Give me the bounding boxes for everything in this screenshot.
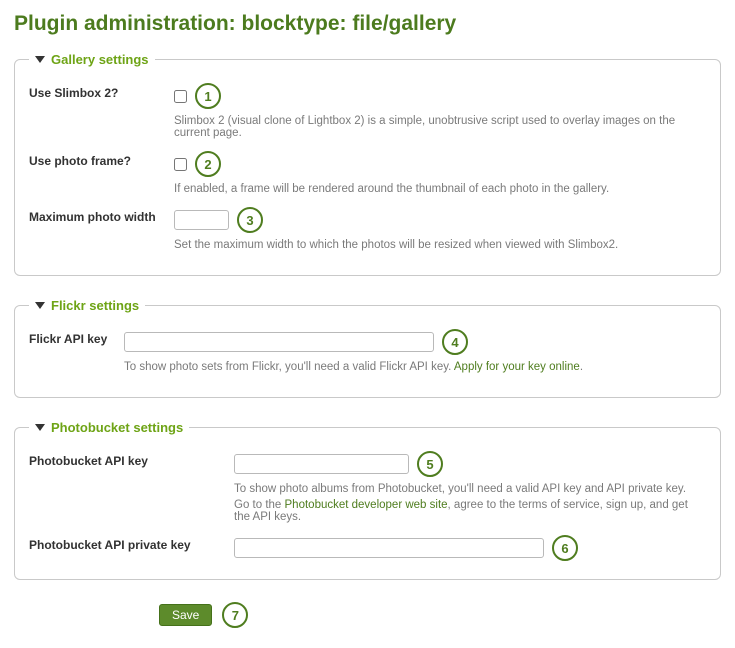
photobucket-legend[interactable]: Photobucket settings	[29, 420, 189, 435]
maxwidth-input[interactable]	[174, 210, 229, 230]
flickr-api-help: To show photo sets from Flickr, you'll n…	[124, 361, 706, 373]
gallery-legend-text: Gallery settings	[51, 52, 149, 67]
photoframe-help: If enabled, a frame will be rendered aro…	[174, 183, 706, 195]
photoframe-label: Use photo frame?	[29, 151, 174, 168]
maxwidth-label: Maximum photo width	[29, 207, 174, 224]
slimbox-checkbox[interactable]	[174, 90, 187, 103]
pb-priv-input[interactable]	[234, 538, 544, 558]
marker-1: 1	[195, 83, 221, 109]
marker-4: 4	[442, 329, 468, 355]
pb-dev-link[interactable]: Photobucket developer web site	[285, 499, 448, 511]
photobucket-settings-fieldset: Photobucket settings Photobucket API key…	[14, 420, 721, 580]
caret-down-icon	[35, 56, 45, 63]
caret-down-icon	[35, 424, 45, 431]
flickr-api-input[interactable]	[124, 332, 434, 352]
maxwidth-help: Set the maximum width to which the photo…	[174, 239, 706, 251]
photoframe-checkbox[interactable]	[174, 158, 187, 171]
flickr-api-label: Flickr API key	[29, 329, 124, 346]
marker-3: 3	[237, 207, 263, 233]
pb-api-help2: Go to the Photobucket developer web site…	[234, 499, 706, 523]
pb-api-label: Photobucket API key	[29, 451, 234, 468]
marker-5: 5	[417, 451, 443, 477]
save-button[interactable]: Save	[159, 604, 212, 626]
flickr-help-pre: To show photo sets from Flickr, you'll n…	[124, 361, 454, 373]
flickr-help-post: .	[580, 361, 583, 373]
slimbox-label: Use Slimbox 2?	[29, 83, 174, 100]
caret-down-icon	[35, 302, 45, 309]
marker-2: 2	[195, 151, 221, 177]
pb-api-help1: To show photo albums from Photobucket, y…	[234, 483, 706, 495]
marker-7: 7	[222, 602, 248, 628]
flickr-apply-link[interactable]: Apply for your key online	[454, 361, 580, 373]
gallery-legend[interactable]: Gallery settings	[29, 52, 155, 67]
gallery-settings-fieldset: Gallery settings Use Slimbox 2? 1 Slimbo…	[14, 52, 721, 276]
flickr-legend-text: Flickr settings	[51, 298, 139, 313]
page-title: Plugin administration: blocktype: file/g…	[14, 12, 721, 36]
pb-help2-pre: Go to the	[234, 499, 285, 511]
flickr-settings-fieldset: Flickr settings Flickr API key 4 To show…	[14, 298, 721, 398]
pb-legend-text: Photobucket settings	[51, 420, 183, 435]
marker-6: 6	[552, 535, 578, 561]
slimbox-help: Slimbox 2 (visual clone of Lightbox 2) i…	[174, 115, 706, 139]
flickr-legend[interactable]: Flickr settings	[29, 298, 145, 313]
pb-api-input[interactable]	[234, 454, 409, 474]
